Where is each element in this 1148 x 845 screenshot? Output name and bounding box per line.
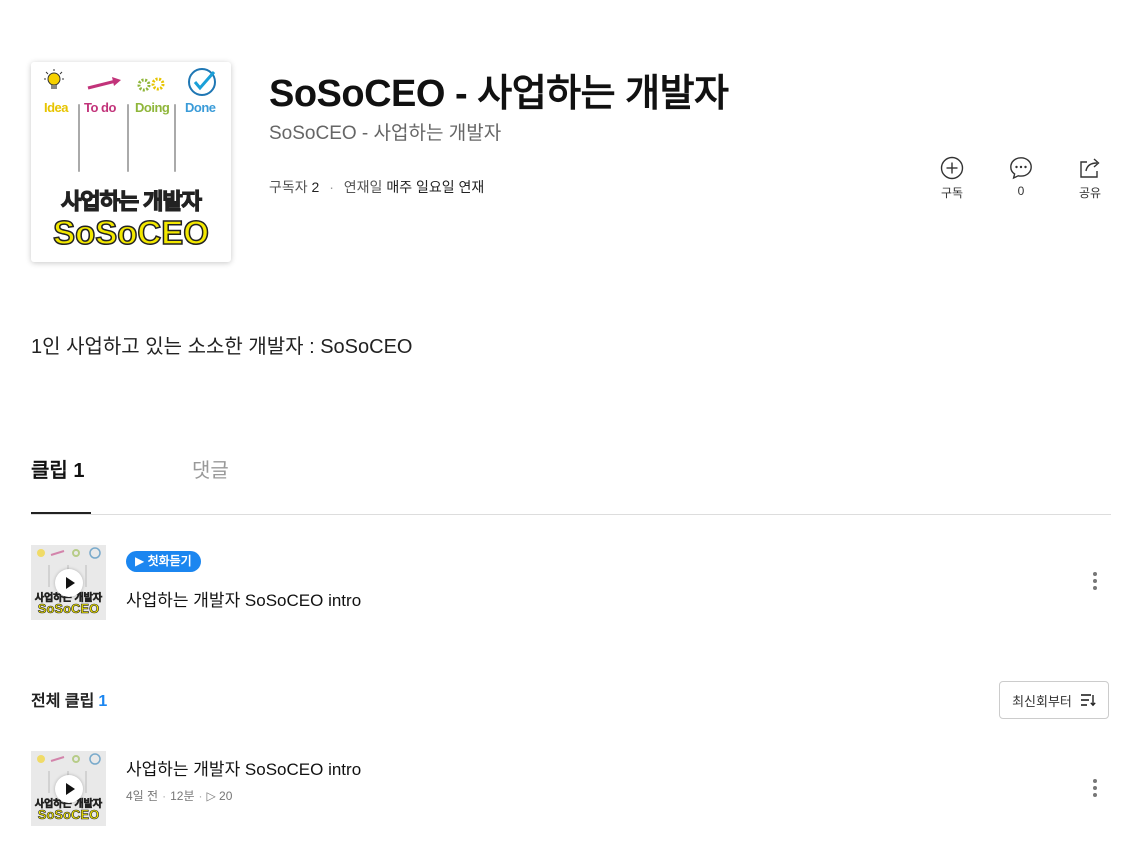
tabs-divider (31, 514, 1111, 515)
schedule-label: 연재일 (343, 179, 383, 195)
all-clips-heading: 전체 클립 1 (31, 687, 107, 711)
subscribe-label: 구독 (940, 186, 964, 200)
meta-separator: · (329, 179, 334, 195)
subscribers-label: 구독자 (269, 179, 308, 195)
episode-duration: 12분 (170, 789, 195, 803)
more-options-icon[interactable] (1085, 779, 1105, 801)
play-icon[interactable] (55, 775, 83, 803)
channel-cover: Idea To do Doing Done 사업하는 개발자 SoSoCEO (31, 62, 231, 262)
cover-column-divider (127, 104, 129, 172)
tab-clips[interactable]: 클립 1 (31, 454, 84, 483)
cover-column-divider (78, 104, 80, 172)
episode-age: 4일 전 (126, 789, 159, 803)
episode-meta: 4일 전 · 12분 · ▷ 20 (126, 787, 232, 804)
cover-headline: 사업하는 개발자 (60, 188, 202, 214)
episode-thumbnail[interactable]: 사업하는 개발자 SoSoCEO (31, 751, 106, 826)
cover-label-done: Done (185, 100, 216, 115)
channel-description: 1인 사업하고 있는 소소한 개발자 : SoSoCEO (31, 336, 413, 358)
checkmark-icon (188, 68, 216, 96)
cover-brand: SoSoCEO (52, 213, 209, 252)
schedule-value: 매주 일요일 연재 (386, 179, 485, 195)
sort-icon (1080, 694, 1096, 707)
thumbnail-brand: SoSoCEO (37, 601, 100, 617)
episode-title[interactable]: 사업하는 개발자 SoSoCEO intro (126, 755, 361, 780)
all-clips-label: 전체 클립 (31, 693, 95, 710)
cover-label-todo: To do (84, 100, 116, 115)
comment-bubble-icon (1010, 157, 1032, 180)
tab-comments[interactable]: 댓글 (192, 454, 229, 483)
cover-label-doing: Doing (135, 100, 170, 115)
more-options-icon[interactable] (1085, 572, 1105, 594)
first-listen-badge[interactable]: ▶ 첫화듣기 (126, 551, 201, 572)
first-episode-thumbnail[interactable]: 사업하는 개발자 SoSoCEO (31, 545, 106, 620)
comment-button[interactable]: 0 (997, 156, 1045, 198)
meta-separator: · (162, 789, 167, 803)
thumbnail-brand: SoSoCEO (37, 807, 100, 823)
lightbulb-icon (44, 69, 64, 89)
plus-circle-icon (940, 156, 964, 180)
all-clips-count: 1 (98, 693, 108, 710)
channel-subtitle: SoSoCEO - 사업하는 개발자 (269, 123, 502, 144)
cover-column-divider (174, 104, 176, 172)
share-button[interactable]: 공유 (1066, 156, 1114, 201)
subscribers-count: 2 (311, 179, 320, 195)
play-icon[interactable] (55, 569, 83, 597)
channel-meta: 구독자 2 · 연재일 매주 일요일 연재 (269, 177, 484, 197)
cover-label-idea: Idea (44, 100, 69, 115)
subscribe-button[interactable]: 구독 (928, 156, 976, 201)
channel-title: SoSoCEO - 사업하는 개발자 (269, 73, 729, 115)
sort-button[interactable]: 최신회부터 (999, 681, 1109, 719)
first-episode-title[interactable]: 사업하는 개발자 SoSoCEO intro (126, 586, 361, 611)
gears-icon (137, 77, 165, 92)
arrow-icon (87, 77, 121, 90)
meta-separator: · (198, 789, 203, 803)
share-label: 공유 (1078, 186, 1102, 200)
comment-count: 0 (1017, 184, 1025, 198)
share-icon (1080, 158, 1100, 178)
episode-plays: ▷ 20 (206, 789, 233, 803)
sort-label: 최신회부터 (1012, 693, 1072, 709)
